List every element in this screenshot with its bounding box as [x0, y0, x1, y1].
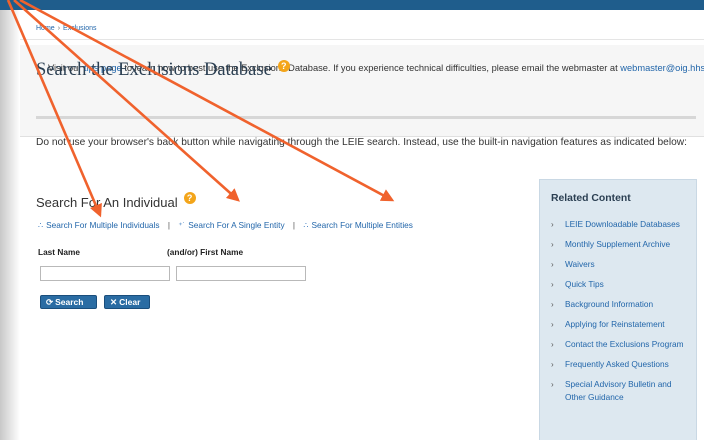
multiple-entities-icon: ∴: [303, 221, 309, 230]
related-item-label: Special Advisory Bulletin and Other Guid…: [565, 379, 672, 402]
breadcrumb-exclusions-link[interactable]: Exclusions: [63, 25, 96, 32]
related-item-quick-tips[interactable]: › Quick Tips: [540, 278, 698, 291]
link-separator: |: [167, 220, 171, 230]
chevron-right-icon: ›: [551, 380, 554, 389]
clear-icon: ✕: [110, 297, 118, 307]
header-band: [0, 0, 704, 10]
chevron-right-icon: ›: [551, 300, 554, 309]
breadcrumb-separator: ›: [57, 25, 61, 32]
last-name-field[interactable]: [40, 266, 170, 281]
related-item-supplement-archive[interactable]: › Monthly Supplement Archive: [540, 238, 698, 251]
search-button[interactable]: ⟳ Search: [40, 295, 97, 309]
single-entity-icon: ⁺˙: [178, 221, 186, 230]
related-item-contact[interactable]: › Contact the Exclusions Program: [540, 338, 698, 351]
page-title-text: Search the Exclusions Database: [36, 60, 272, 80]
page-shadow: [0, 10, 20, 440]
chevron-right-icon: ›: [551, 360, 554, 369]
search-multiple-individuals-link[interactable]: Search For Multiple Individuals: [46, 220, 159, 230]
notice-panel: Visit our tips page to learn how to best…: [20, 45, 704, 137]
related-content-panel: Related Content › LEIE Downloadable Datab…: [539, 179, 697, 440]
page-title: Search the Exclusions Database?: [36, 60, 290, 81]
section-help-icon[interactable]: ?: [183, 192, 196, 204]
related-content-list: › LEIE Downloadable Databases › Monthly Su…: [540, 218, 698, 411]
chevron-right-icon: ›: [551, 280, 554, 289]
related-item-background[interactable]: › Background Information: [540, 298, 698, 311]
search-type-links: ∴ Search For Multiple Individuals | ⁺˙ Sea…: [38, 220, 413, 230]
chevron-right-icon: ›: [551, 220, 554, 229]
related-item-label: Background Information: [565, 299, 654, 309]
first-name-field[interactable]: [176, 266, 306, 281]
related-item-label: LEIE Downloadable Databases: [565, 219, 680, 229]
section-title-text: Search For An Individual: [36, 195, 178, 210]
related-item-label: Frequently Asked Questions: [565, 359, 669, 369]
multiple-people-icon: ∴: [38, 221, 44, 230]
search-single-entity-link[interactable]: Search For A Single Entity: [188, 220, 284, 230]
related-content-title: Related Content: [551, 193, 631, 204]
clear-button[interactable]: ✕ Clear: [104, 295, 150, 309]
search-button-label: Search: [55, 297, 84, 307]
related-item-reinstatement[interactable]: › Applying for Reinstatement: [540, 318, 698, 331]
clear-button-label: Clear: [119, 297, 141, 307]
chevron-right-icon: ›: [551, 340, 554, 349]
chevron-right-icon: ›: [551, 260, 554, 269]
section-title: Search For An Individual?: [36, 192, 196, 210]
search-multiple-entities-link[interactable]: Search For Multiple Entities: [311, 220, 412, 230]
related-item-label: Waivers: [565, 259, 595, 269]
breadcrumb: Home › Exclusions: [20, 18, 704, 40]
chevron-right-icon: ›: [551, 320, 554, 329]
help-icon[interactable]: ?: [277, 60, 290, 72]
breadcrumb-home-link[interactable]: Home: [36, 25, 55, 32]
related-item-label: Contact the Exclusions Program: [565, 339, 684, 349]
related-item-label: Quick Tips: [565, 279, 604, 289]
related-item-label: Applying for Reinstatement: [565, 319, 665, 329]
chevron-right-icon: ›: [551, 240, 554, 249]
related-item-faq[interactable]: › Frequently Asked Questions: [540, 358, 698, 371]
related-item-waivers[interactable]: › Waivers: [540, 258, 698, 271]
title-divider: [36, 116, 696, 119]
first-name-label: (and/or) First Name: [167, 247, 244, 257]
refresh-icon: ⟳: [46, 297, 54, 307]
navigation-warning: Do not use your browser's back button wh…: [36, 137, 687, 148]
last-name-label: Last Name: [38, 247, 80, 257]
main-page: Home › Exclusions Visit our tips page to l…: [20, 10, 704, 440]
webmaster-email-link[interactable]: webmaster@oig.hhs.gov: [620, 63, 704, 73]
related-item-leie-databases[interactable]: › LEIE Downloadable Databases: [540, 218, 698, 231]
related-item-label: Monthly Supplement Archive: [565, 239, 671, 249]
link-separator: |: [292, 220, 296, 230]
related-item-advisory-bulletin[interactable]: › Special Advisory Bulletin and Other Gui…: [540, 378, 698, 404]
